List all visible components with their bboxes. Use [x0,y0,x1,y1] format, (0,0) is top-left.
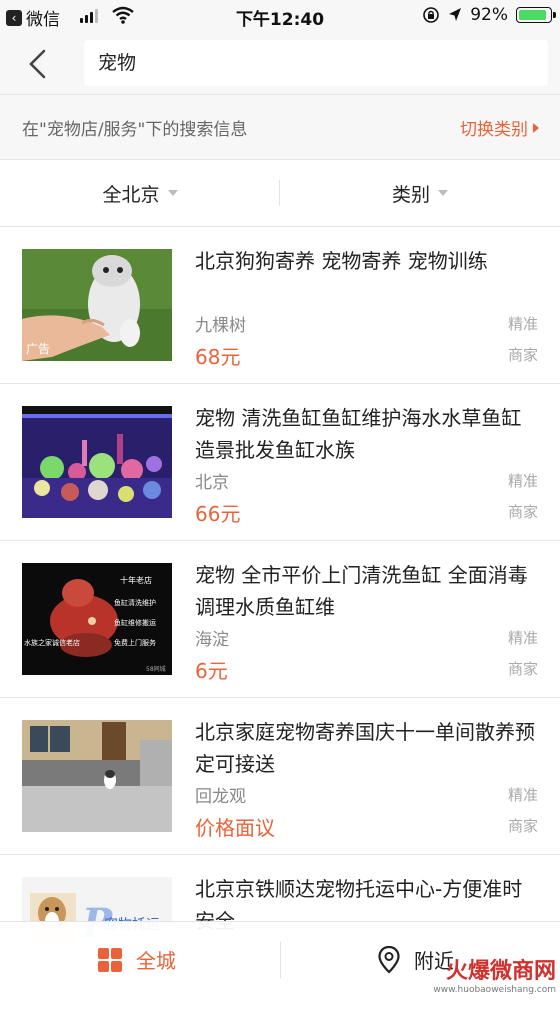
search-header: 宠物 [0,32,560,95]
listing-price: 价格面议 [195,816,275,840]
category-filter[interactable]: 类别 [280,160,560,226]
bottom-bar: 全城 附近 火爆微商网 www.huobaoweishang.com [0,921,560,997]
listing-title: 宠物 清洗鱼缸鱼缸维护海水水草鱼缸造景批发鱼缸水族 [195,406,522,462]
fish-photo-icon: 十年老店 鱼缸清洗维护 鱼缸维修搬运 免费上门服务 水族之家诚信老店 58同城 [22,563,172,675]
image-text: 水族之家诚信老店 [24,638,80,647]
status-bar: ‹ 微信 下午12:40 92% [0,0,560,32]
aquarium-photo-icon [22,406,172,518]
precise-badge: 精准 [507,472,538,490]
watermark: 火爆微商网 www.huobaoweishang.com [433,953,556,995]
listing-title: 北京狗狗寄养 宠物寄养 宠物训练 [195,249,488,273]
image-text: 58同城 [146,666,166,673]
category-info-bar: 在"宠物店/服务"下的搜索信息 切换类别 [0,95,560,160]
switch-category-button[interactable]: 切换类别 [460,115,540,140]
bottom-divider [280,942,281,978]
category-filter-label: 类别 [391,183,430,206]
ad-label: 广告 [26,342,51,356]
precise-badge: 精准 [507,786,538,804]
battery-icon [516,7,556,23]
location-arrow-icon [449,8,462,21]
back-button[interactable] [18,48,58,80]
image-text: 鱼缸清洗维护 [114,598,156,607]
watermark-url: www.huobaoweishang.com [433,985,556,995]
switch-category-label: 切换类别 [460,120,528,140]
listing-location: 北京 [195,473,229,493]
battery-percent: 92% [470,5,508,25]
listing-title: 宠物 全市平价上门清洗鱼缸 全面消毒调理水质鱼缸维 [195,563,528,619]
listing-location: 回龙观 [195,787,246,807]
precise-badge: 精准 [507,629,538,647]
yard-photo-icon [22,720,172,832]
grid-icon [98,947,122,972]
city-tab[interactable]: 全城 [98,922,176,997]
category-info-text: 在"宠物店/服务"下的搜索信息 [22,120,248,140]
city-tab-label: 全城 [136,949,176,973]
area-filter[interactable]: 全北京 [0,160,280,226]
listing-thumbnail: 十年老店 鱼缸清洗维护 鱼缸维修搬运 免费上门服务 水族之家诚信老店 58同城 [22,563,172,675]
listing-location: 海淀 [195,630,229,650]
listing-item[interactable]: 十年老店 鱼缸清洗维护 鱼缸维修搬运 免费上门服务 水族之家诚信老店 58同城 … [0,541,560,698]
listing-price: 6元 [195,659,228,683]
listing-item[interactable]: 广告 北京狗狗寄养 宠物寄养 宠物训练 九棵树 68元 精准 商家 [0,227,560,384]
precise-badge: 精准 [507,315,538,333]
merchant-badge: 商家 [507,503,538,521]
image-text: 鱼缸维修搬运 [114,618,156,627]
merchant-badge: 商家 [507,660,538,678]
caret-right-icon [533,122,539,133]
listing-location: 九棵树 [195,316,246,336]
dropdown-arrow-icon [438,190,448,196]
watermark-name: 火爆微商网 [445,959,556,984]
image-text: 免费上门服务 [114,638,156,647]
area-filter-label: 全北京 [102,183,160,206]
merchant-badge: 商家 [507,817,538,835]
merchant-badge: 商家 [507,346,538,364]
dropdown-arrow-icon [167,190,178,196]
listing-thumbnail [22,406,172,518]
listing-price: 66元 [195,502,241,526]
listing-item[interactable]: 北京家庭宠物寄养国庆十一单间散养预定可接送 回龙观 价格面议 精准 商家 [0,698,560,855]
rotation-lock-icon [423,7,440,23]
image-text: 十年老店 [120,575,152,585]
listing-title: 北京家庭宠物寄养国庆十一单间散养预定可接送 [195,720,535,776]
search-input[interactable]: 宠物 [84,40,548,86]
location-pin-icon [378,945,400,974]
listing-thumbnail [22,720,172,832]
listing-price: 68元 [195,345,241,369]
listing-item[interactable]: 宠物 清洗鱼缸鱼缸维护海水水草鱼缸造景批发鱼缸水族 北京 66元 精准 商家 [0,384,560,541]
filter-bar: 全北京 类别 [0,160,560,227]
listing-thumbnail: 广告 [22,249,172,361]
